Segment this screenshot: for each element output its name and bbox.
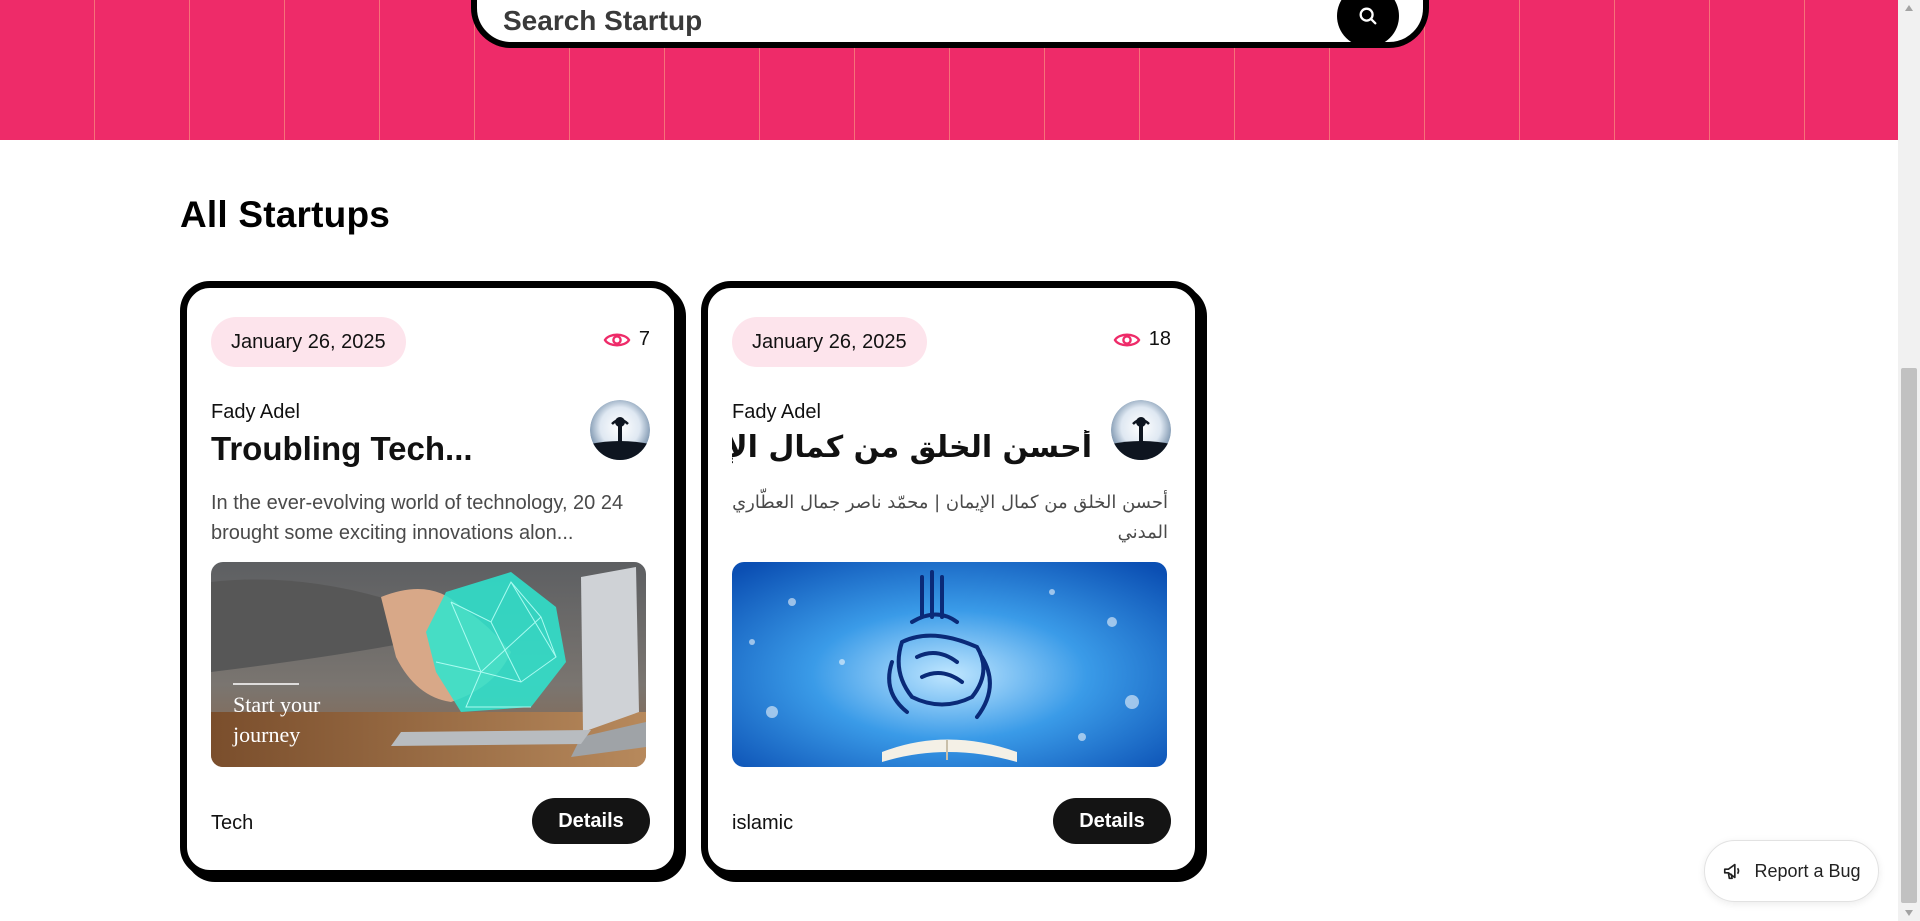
views-value: 18	[1148, 328, 1171, 350]
startup-title[interactable]: Troubling Tech...	[211, 430, 571, 468]
search-input[interactable]	[503, 0, 1337, 37]
date-badge: January 26, 2025	[211, 317, 406, 367]
startup-card[interactable]: January 26, 2025 18 Fady Adel أحسن الخلق…	[701, 281, 1202, 877]
image-caption-line1: Start your	[233, 692, 321, 717]
report-bug-button[interactable]: Report a Bug	[1704, 840, 1879, 902]
details-button[interactable]: Details	[1053, 798, 1171, 844]
search-button[interactable]	[1337, 0, 1399, 47]
avatar[interactable]	[1111, 400, 1171, 460]
startup-image	[732, 562, 1167, 767]
category-link[interactable]: islamic	[732, 812, 793, 835]
author-link[interactable]: Fady Adel	[732, 401, 821, 424]
startup-description: أحسن الخلق من كمال الإيمان | محمّد ناصر …	[732, 492, 1168, 543]
search-form	[471, 0, 1429, 48]
views-count: 7	[603, 328, 650, 351]
date-badge: January 26, 2025	[732, 317, 927, 367]
startup-description: In the ever-evolving world of technology…	[211, 492, 624, 544]
category-link[interactable]: Tech	[211, 812, 253, 835]
avatar[interactable]	[590, 400, 650, 460]
views-value: 7	[638, 328, 650, 350]
details-button[interactable]: Details	[532, 798, 650, 844]
image-caption-line2: journey	[232, 722, 300, 747]
eye-icon	[603, 333, 631, 346]
scroll-up-arrow[interactable]	[1898, 0, 1920, 16]
eye-icon	[1113, 333, 1141, 346]
scrollbar-thumb[interactable]	[1901, 368, 1917, 903]
section-title: All Startups	[180, 194, 391, 235]
search-icon	[1359, 7, 1377, 25]
author-link[interactable]: Fady Adel	[211, 401, 300, 424]
views-count: 18	[1113, 328, 1171, 351]
megaphone-icon	[1724, 863, 1740, 880]
scroll-down-arrow[interactable]	[1898, 905, 1920, 921]
startup-image: Start your journey	[211, 562, 646, 767]
vertical-scrollbar[interactable]	[1898, 0, 1920, 921]
report-bug-label: Report a Bug	[1754, 860, 1861, 881]
hero-banner	[0, 0, 1898, 140]
startup-title[interactable]: أحسن الخلق من كمال الإيمان	[732, 430, 1092, 465]
startup-card[interactable]: January 26, 2025 7 Fady Adel Troubling T…	[180, 281, 681, 877]
